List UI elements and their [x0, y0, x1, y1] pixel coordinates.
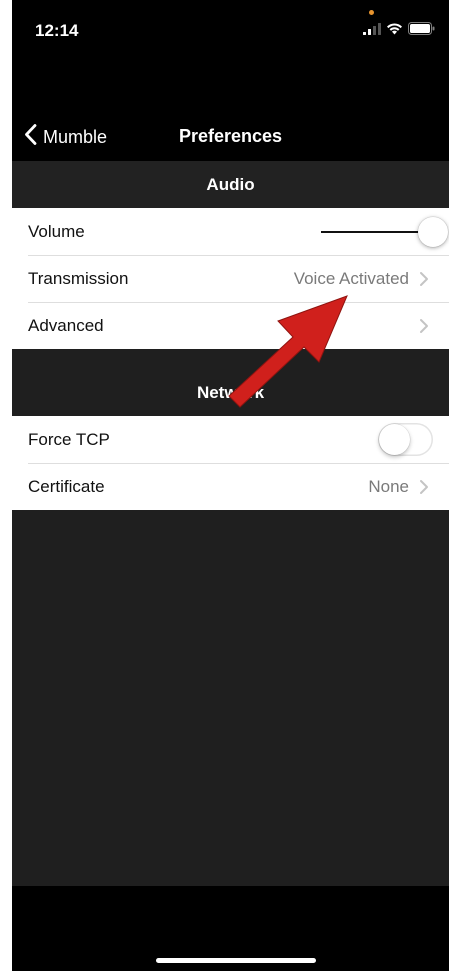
transmission-value: Voice Activated [293, 268, 409, 288]
status-icons [363, 22, 435, 40]
volume-label: Volume [28, 221, 85, 241]
section-header-network: Network [12, 349, 449, 416]
privacy-indicator-dot [369, 10, 374, 15]
preferences-list: Audio Volume Transmission Voice Activate… [12, 161, 449, 886]
volume-slider-fill [321, 230, 433, 233]
battery-icon [408, 22, 435, 40]
signal-icon [363, 22, 381, 40]
volume-row: Volume [12, 208, 449, 255]
page-title: Preferences [178, 126, 283, 146]
force-tcp-label: Force TCP [28, 429, 110, 449]
wifi-icon [386, 22, 403, 40]
force-tcp-toggle-knob [379, 424, 410, 455]
chevron-right-icon [419, 271, 433, 287]
volume-slider-thumb[interactable] [418, 216, 448, 247]
certificate-label: Certificate [28, 476, 105, 496]
phone-screen: 12:14 Mumble Preferences Audio Volume Tr… [12, 0, 449, 971]
advanced-label: Advanced [28, 315, 104, 335]
volume-slider[interactable] [321, 216, 448, 248]
transmission-row[interactable]: Transmission Voice Activated [12, 255, 449, 302]
transmission-label: Transmission [28, 268, 129, 288]
status-time: 12:14 [35, 21, 79, 40]
certificate-value: None [368, 476, 409, 496]
certificate-row[interactable]: Certificate None [12, 463, 449, 510]
section-header-audio: Audio [12, 161, 449, 208]
force-tcp-toggle[interactable] [378, 423, 433, 456]
force-tcp-row: Force TCP [12, 416, 449, 463]
status-bar: 12:14 [12, 0, 449, 64]
navigation-bar: Mumble Preferences [12, 112, 449, 160]
chevron-right-icon [419, 479, 433, 495]
advanced-row[interactable]: Advanced [12, 302, 449, 349]
chevron-right-icon [419, 318, 433, 334]
home-indicator [156, 958, 316, 963]
network-settings-group: Force TCP Certificate None [12, 416, 449, 510]
audio-settings-group: Volume Transmission Voice Activated Adva… [12, 208, 449, 349]
